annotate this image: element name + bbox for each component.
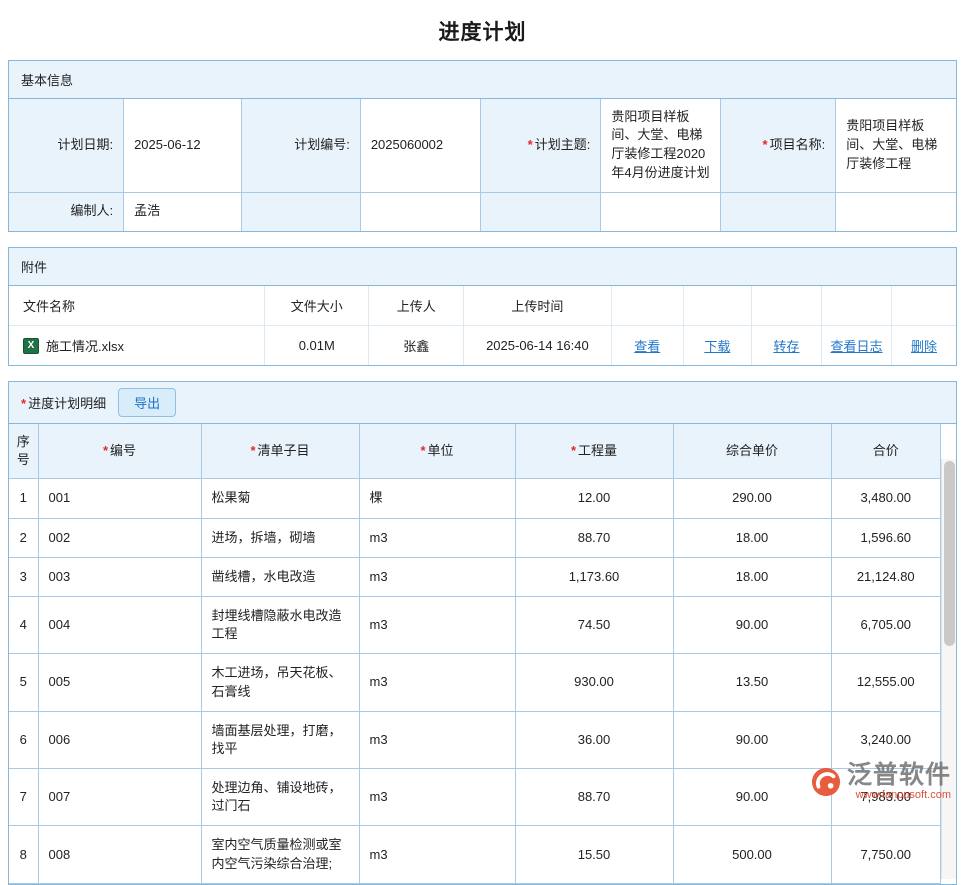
- required-asterisk: *: [420, 443, 425, 458]
- empty-cell: [720, 192, 836, 231]
- required-asterisk: *: [571, 443, 576, 458]
- col-file-size: 文件大小: [265, 286, 369, 326]
- basic-info-section-title: 基本信息: [9, 61, 956, 99]
- attachment-upload-time: 2025-06-14 16:40: [464, 326, 612, 366]
- plan-date-label: 计划日期:: [9, 99, 124, 192]
- creator-label: 编制人:: [9, 192, 124, 231]
- required-asterisk: *: [528, 137, 533, 152]
- detail-row: 6 006 墙面基层处理，打磨，找平 m3 36.00 90.00 3,240.…: [9, 711, 941, 768]
- plan-subject-label: *计划主题:: [481, 99, 601, 192]
- detail-row: 8 008 室内空气质量检测或室内空气污染综合治理; m3 15.50 500.…: [9, 826, 941, 883]
- plan-no-label: 计划编号:: [242, 99, 360, 192]
- empty-cell: [836, 192, 956, 231]
- empty-cell: [242, 192, 360, 231]
- detail-panel: *进度计划明细 导出 序号 *编号 *清单子目 *单位 *工程量 综合单价: [8, 381, 957, 885]
- col-quantity: *工程量: [515, 424, 673, 479]
- attachment-action-cell: 查看: [611, 326, 683, 366]
- detail-row: 4 004 封埋线槽隐蔽水电改造工程 m3 74.50 90.00 6,705.…: [9, 596, 941, 653]
- attachment-action-cell: 下载: [683, 326, 751, 366]
- required-asterisk: *: [21, 396, 26, 411]
- col-code: *编号: [38, 424, 201, 479]
- col-empty: [611, 286, 683, 326]
- basic-info-panel: 基本信息 计划日期: 2025-06-12 计划编号: 2025060002 *…: [8, 60, 957, 232]
- detail-table-wrap: 序号 *编号 *清单子目 *单位 *工程量 综合单价 合价 1 001 松果菊: [9, 424, 956, 884]
- attachments-table: 文件名称 文件大小 上传人 上传时间 X 施工情况.xlsx 0.01M: [9, 286, 956, 365]
- col-uploader: 上传人: [369, 286, 464, 326]
- attachment-action-cell: 删除: [892, 326, 956, 366]
- attachment-file-name: 施工情况.xlsx: [46, 336, 124, 355]
- export-button[interactable]: 导出: [118, 388, 176, 417]
- col-item: *清单子目: [201, 424, 359, 479]
- col-upload-time: 上传时间: [464, 286, 612, 326]
- detail-row: 5 005 木工进场，吊天花板、石膏线 m3 930.00 13.50 12,5…: [9, 654, 941, 711]
- required-asterisk: *: [103, 443, 108, 458]
- attachments-section-title: 附件: [9, 248, 956, 286]
- delete-link[interactable]: 删除: [911, 339, 937, 354]
- plan-date-value: 2025-06-12: [124, 99, 242, 192]
- col-unit: *单位: [359, 424, 515, 479]
- col-seq: 序号: [9, 424, 38, 479]
- project-name-label: *项目名称:: [720, 99, 836, 192]
- attachment-row: X 施工情况.xlsx 0.01M 张鑫 2025-06-14 16:40 查看…: [9, 326, 956, 366]
- empty-cell: [481, 192, 601, 231]
- col-file-name: 文件名称: [9, 286, 265, 326]
- detail-section-title: 进度计划明细: [28, 396, 106, 411]
- empty-cell: [601, 192, 720, 231]
- excel-file-icon: X: [23, 338, 39, 354]
- detail-row: 2 002 进场，拆墙，砌墙 m3 88.70 18.00 1,596.60: [9, 518, 941, 557]
- page-title: 进度计划: [8, 16, 957, 46]
- col-empty: [683, 286, 751, 326]
- attachment-file: X 施工情况.xlsx: [9, 326, 265, 366]
- basic-info-table: 计划日期: 2025-06-12 计划编号: 2025060002 *计划主题:…: [9, 99, 956, 231]
- plan-subject-value: 贵阳项目样板间、大堂、电梯厅装修工程2020年4月份进度计划: [601, 99, 720, 192]
- attachment-action-cell: 查看日志: [821, 326, 891, 366]
- detail-row: 7 007 处理边角、铺设地砖，过门石 m3 88.70 90.00 7,983…: [9, 769, 941, 826]
- view-log-link[interactable]: 查看日志: [830, 339, 882, 354]
- download-link[interactable]: 下载: [704, 339, 730, 354]
- detail-section-title-wrap: *进度计划明细: [21, 393, 106, 412]
- col-empty: [892, 286, 956, 326]
- detail-row: 1 001 松果菊 棵 12.00 290.00 3,480.00: [9, 479, 941, 518]
- vertical-scrollbar[interactable]: [941, 459, 956, 879]
- detail-table: 序号 *编号 *清单子目 *单位 *工程量 综合单价 合价 1 001 松果菊: [9, 424, 941, 884]
- required-asterisk: *: [763, 137, 768, 152]
- col-unit-price: 综合单价: [673, 424, 831, 479]
- empty-cell: [360, 192, 480, 231]
- col-empty: [821, 286, 891, 326]
- save-as-link[interactable]: 转存: [773, 339, 799, 354]
- attachment-action-cell: 转存: [751, 326, 821, 366]
- view-link[interactable]: 查看: [634, 339, 660, 354]
- detail-row: 3 003 凿线槽，水电改造 m3 1,173.60 18.00 21,124.…: [9, 557, 941, 596]
- col-empty: [751, 286, 821, 326]
- attachment-uploader: 张鑫: [369, 326, 464, 366]
- creator-value: 孟浩: [124, 192, 242, 231]
- plan-no-value: 2025060002: [360, 99, 480, 192]
- page: 进度计划 基本信息 计划日期: 2025-06-12 计划编号: 2025060…: [0, 16, 965, 885]
- attachments-panel: 附件 文件名称 文件大小 上传人 上传时间 X: [8, 247, 957, 366]
- scrollbar-thumb[interactable]: [944, 461, 955, 646]
- required-asterisk: *: [250, 443, 255, 458]
- attachment-file-size: 0.01M: [265, 326, 369, 366]
- project-name-value: 贵阳项目样板间、大堂、电梯厅装修工程: [836, 99, 956, 192]
- col-total: 合价: [831, 424, 941, 479]
- detail-section-header: *进度计划明细 导出: [9, 382, 956, 424]
